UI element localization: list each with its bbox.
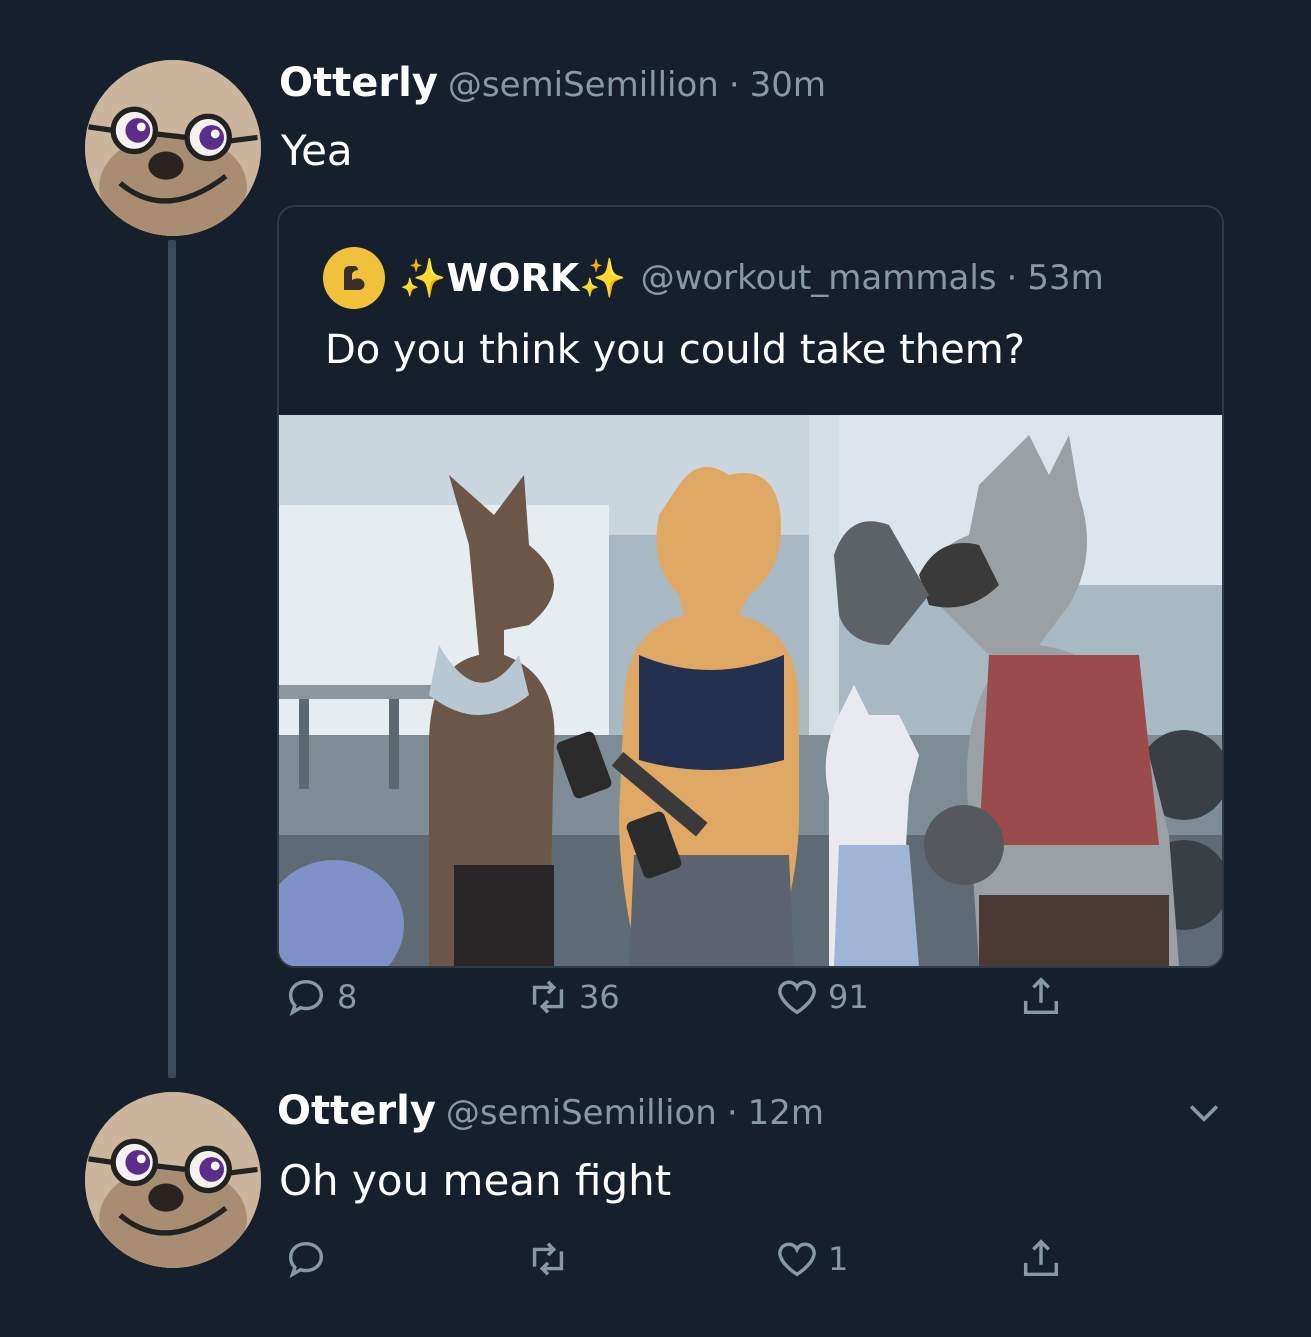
retweet-icon <box>532 980 564 1014</box>
timestamp[interactable]: 30m <box>750 65 826 105</box>
like-count: 91 <box>828 978 869 1016</box>
reply-button[interactable]: 8 <box>283 974 357 1020</box>
user-handle[interactable]: @semiSemillion <box>448 65 719 105</box>
heart-icon <box>778 980 816 1015</box>
separator-dot: · <box>1006 258 1018 298</box>
otter-avatar-image <box>85 60 261 236</box>
retweet-count: 36 <box>579 978 620 1016</box>
share-button[interactable] <box>1018 974 1072 1020</box>
thread-connector-line <box>168 240 176 1078</box>
heart-icon <box>778 1242 816 1277</box>
quoted-user-handle[interactable]: @workout_mammals <box>641 258 997 298</box>
reply-icon <box>288 979 324 1017</box>
retweet-button[interactable] <box>525 1236 579 1282</box>
tweet-text: Yea <box>281 126 353 175</box>
like-count: 1 <box>828 1240 849 1278</box>
share-icon <box>1023 1239 1059 1277</box>
chevron-down-icon[interactable] <box>1182 1090 1226 1134</box>
retweet-button[interactable]: 36 <box>525 974 620 1020</box>
flexed-arm-icon <box>344 266 365 290</box>
otter-avatar-image <box>85 1092 261 1268</box>
avatar[interactable] <box>85 60 261 236</box>
quoted-tweet-card[interactable]: ✨WORK✨ @workout_mammals · 53m Do you thi… <box>277 205 1224 968</box>
tweet-header: Otterly @semiSemillion · 12m <box>277 1088 824 1134</box>
quoted-display-name[interactable]: ✨WORK✨ <box>399 256 627 301</box>
tweet-header: Otterly @semiSemillion · 30m <box>279 60 826 106</box>
display-name[interactable]: Otterly <box>277 1088 436 1134</box>
tweet-text: Oh you mean fight <box>279 1156 672 1205</box>
timestamp[interactable]: 12m <box>748 1093 824 1133</box>
reply-count: 8 <box>337 978 358 1016</box>
quoted-media-image[interactable] <box>279 415 1222 966</box>
quoted-timestamp[interactable]: 53m <box>1027 258 1103 298</box>
avatar[interactable] <box>85 1092 261 1268</box>
share-icon <box>1023 977 1059 1015</box>
retweet-icon <box>532 1242 564 1276</box>
gym-illustration <box>279 415 1222 966</box>
reply-icon <box>288 1241 324 1279</box>
quoted-tweet-text: Do you think you could take them? <box>325 327 1025 373</box>
separator-dot: · <box>726 1093 738 1133</box>
reply-button[interactable] <box>283 1236 337 1282</box>
like-button[interactable]: 91 <box>774 974 869 1020</box>
separator-dot: · <box>728 65 740 105</box>
display-name[interactable]: Otterly <box>279 60 438 106</box>
user-handle[interactable]: @semiSemillion <box>446 1093 717 1133</box>
share-button[interactable] <box>1018 1236 1072 1282</box>
quoted-tweet-header: ✨WORK✨ @workout_mammals · 53m <box>323 247 1104 309</box>
like-button[interactable]: 1 <box>774 1236 848 1282</box>
quoted-avatar[interactable] <box>323 247 385 309</box>
